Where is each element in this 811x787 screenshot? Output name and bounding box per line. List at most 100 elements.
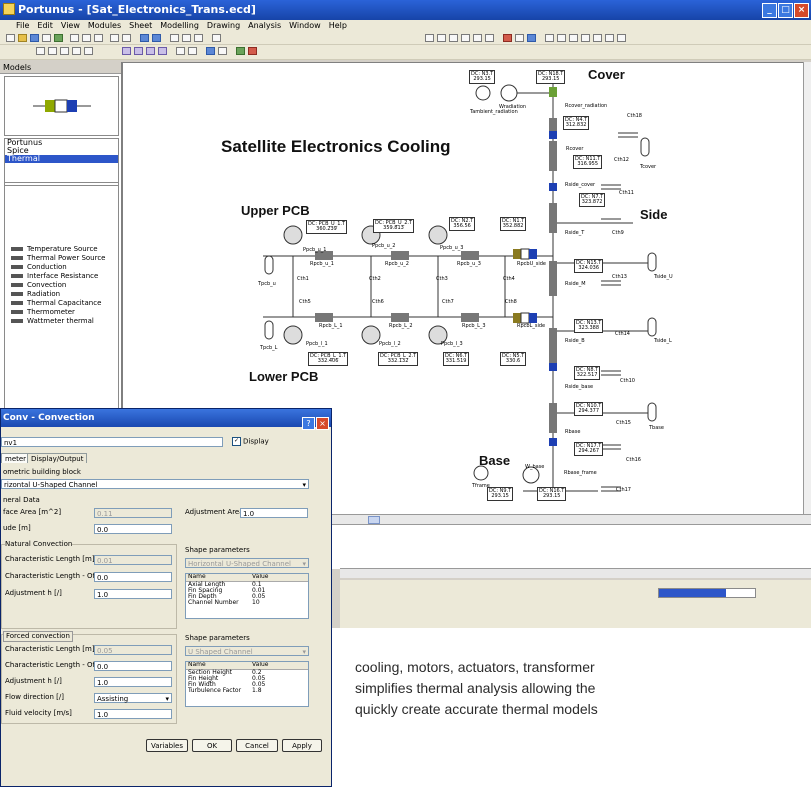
forced-convection-checkbox[interactable]: Forced convection	[3, 631, 73, 642]
dc-probe[interactable]: DC: PCB_U_1.T 360.239	[306, 220, 348, 234]
menu-drawing[interactable]: Drawing	[207, 21, 240, 30]
simulate-icon[interactable]	[212, 34, 221, 42]
menu-help[interactable]: Help	[329, 21, 347, 30]
dc-probe[interactable]: DC: N11.T 316.955	[573, 155, 603, 169]
dc-probe[interactable]: DC: N18.T 293.15	[536, 70, 566, 84]
probe-b-icon[interactable]	[134, 47, 143, 55]
menu-sheet[interactable]: Sheet	[129, 21, 152, 30]
dc-probe[interactable]: DC: PCB_L_2.T 332.132	[378, 352, 419, 366]
scroll-thumb[interactable]	[368, 516, 380, 524]
cut-icon[interactable]	[70, 34, 79, 42]
print-icon[interactable]	[42, 34, 51, 42]
adjustment-area-field[interactable]: 1.0	[240, 508, 308, 518]
result-icon[interactable]	[218, 47, 227, 55]
menu-edit[interactable]: Edit	[37, 21, 53, 30]
dc-probe[interactable]: DC: N17.T 294.267	[574, 442, 604, 456]
zoom-page-icon[interactable]	[473, 34, 482, 42]
forced-char-offset-field[interactable]: 0.0	[94, 661, 172, 671]
dc-probe[interactable]: DC: N4.T 312.832	[563, 116, 590, 130]
step-back-icon[interactable]	[176, 47, 185, 55]
save-icon[interactable]	[30, 34, 39, 42]
element-item[interactable]: Conduction	[5, 263, 118, 272]
tool-e-icon[interactable]	[593, 34, 602, 42]
zoom-fit-icon[interactable]	[449, 34, 458, 42]
cancel-button[interactable]: Cancel	[236, 739, 278, 752]
dc-probe[interactable]: DC: N2.T 356.56	[449, 217, 476, 231]
paste-icon[interactable]	[94, 34, 103, 42]
fluid-velocity-field[interactable]: 1.0	[94, 709, 172, 719]
table-row[interactable]: Turbulence Factor 1.8	[186, 688, 308, 694]
dc-probe[interactable]: DC: N7.T 323.872	[579, 193, 606, 207]
redo-icon[interactable]	[122, 34, 131, 42]
dc-probe[interactable]: DC: N15.T 324.036	[574, 259, 604, 273]
dc-probe[interactable]: DC: N6.T 331.519	[443, 352, 470, 366]
menu-file[interactable]: File	[16, 21, 29, 30]
tab-parameter[interactable]: meter	[1, 453, 31, 463]
new-file-icon[interactable]	[6, 34, 15, 42]
step-forward-icon[interactable]	[188, 47, 197, 55]
altitude-field[interactable]: 0.0	[94, 524, 172, 534]
ok-button[interactable]: OK	[192, 739, 232, 752]
probe-a-icon[interactable]	[122, 47, 131, 55]
element-item[interactable]: Thermometer	[5, 308, 118, 317]
element-item[interactable]: Thermal Capacitance	[5, 299, 118, 308]
apply-button[interactable]: Apply	[282, 739, 322, 752]
rotate-icon[interactable]	[170, 34, 179, 42]
menu-modules[interactable]: Modules	[88, 21, 121, 30]
tool-c-icon[interactable]	[569, 34, 578, 42]
chart-view-icon[interactable]	[206, 47, 215, 55]
dc-probe[interactable]: DC: N16.T 293.15	[537, 487, 567, 501]
grid-icon[interactable]	[152, 34, 161, 42]
tool-d-icon[interactable]	[581, 34, 590, 42]
dialog-close-button[interactable]: ×	[316, 417, 329, 430]
align-icon[interactable]	[140, 34, 149, 42]
building-block-select[interactable]: rizontal U-Shaped Channel ▾	[1, 479, 309, 489]
menu-view[interactable]: View	[61, 21, 80, 30]
forced-shape-table[interactable]: Name Value Section Height 0.2 Fin Height 0.…	[185, 661, 309, 707]
nat-shape-table[interactable]: Name Value Axial Length 0.1 Fin Spacing 0.0…	[185, 573, 309, 619]
line-icon[interactable]	[36, 47, 45, 55]
polyline-icon[interactable]	[48, 47, 57, 55]
table-row[interactable]: Channel Number 10	[186, 600, 308, 606]
menu-analysis[interactable]: Analysis	[248, 21, 281, 30]
close-button[interactable]: ×	[794, 3, 809, 18]
dc-probe[interactable]: DC: N9.T 293.15	[487, 487, 514, 501]
variables-button[interactable]: Variables	[146, 739, 188, 752]
component-name-field[interactable]: nv1	[1, 437, 223, 447]
plot-icon[interactable]	[503, 34, 512, 42]
zoom-prev-icon[interactable]	[485, 34, 494, 42]
forced-adjustment-field[interactable]: 1.0	[94, 677, 172, 687]
library-item-thermal[interactable]: Thermal	[5, 155, 118, 163]
element-item[interactable]: Radiation	[5, 290, 118, 299]
settings-gear-icon[interactable]	[248, 47, 257, 55]
output-scrollbar[interactable]	[340, 568, 811, 578]
ellipse-icon[interactable]	[72, 47, 81, 55]
tool-g-icon[interactable]	[617, 34, 626, 42]
menu-modelling[interactable]: Modelling	[160, 21, 199, 30]
dc-probe[interactable]: DC: PCB_L_1.T 332.406	[308, 352, 349, 366]
probe-c-icon[interactable]	[146, 47, 155, 55]
vertical-scrollbar[interactable]	[803, 62, 811, 516]
library-icon[interactable]	[236, 47, 245, 55]
tool-b-icon[interactable]	[557, 34, 566, 42]
element-item[interactable]: Temperature Source	[5, 245, 118, 254]
table-icon[interactable]	[515, 34, 524, 42]
text-icon[interactable]	[84, 47, 93, 55]
flip-icon[interactable]	[194, 34, 203, 42]
zoom-in-icon[interactable]	[425, 34, 434, 42]
menu-window[interactable]: Window	[289, 21, 321, 30]
nat-char-offset-field[interactable]: 0.0	[94, 572, 172, 582]
dc-probe[interactable]: DC: N1.T 352.882	[500, 217, 527, 231]
element-item[interactable]: Interface Resistance	[5, 272, 118, 281]
open-folder-icon[interactable]	[18, 34, 27, 42]
tool-f-icon[interactable]	[605, 34, 614, 42]
dc-probe[interactable]: DC: N8.T 322.517	[574, 366, 601, 380]
element-item[interactable]: Wattmeter thermal	[5, 317, 118, 326]
element-item[interactable]: Convection	[5, 281, 118, 290]
dc-probe[interactable]: DC: PCB_U_2.T 359.813	[373, 219, 415, 233]
minimize-button[interactable]: _	[762, 3, 777, 18]
tool-a-icon[interactable]	[545, 34, 554, 42]
preview-icon[interactable]	[54, 34, 63, 42]
dc-probe[interactable]: DC: N5.T 330.6	[500, 352, 527, 366]
probe-d-icon[interactable]	[158, 47, 167, 55]
